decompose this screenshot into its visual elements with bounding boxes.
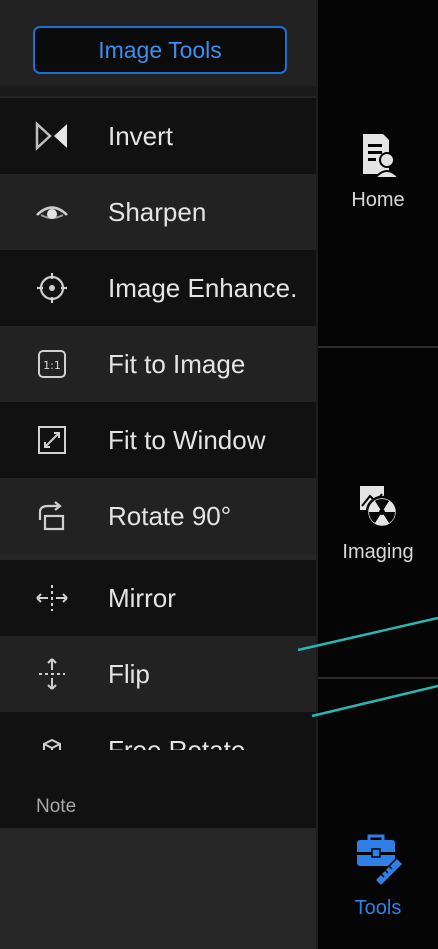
toolbox-icon: [357, 834, 405, 888]
flip-icon: [35, 657, 69, 691]
image-tools-button[interactable]: Image Tools: [33, 26, 287, 74]
menu-item-label: Fit to Image: [108, 348, 246, 379]
nav-divider: [318, 677, 438, 679]
menu-item-label: Fit to Window: [108, 424, 266, 455]
menu-item-flip[interactable]: Flip: [0, 636, 316, 712]
menu-item-label: Invert: [108, 120, 174, 151]
nav-label: Tools: [354, 897, 402, 919]
eye-icon: [35, 195, 69, 229]
nav-label: Home: [351, 189, 405, 211]
invert-icon: [35, 119, 69, 153]
menu-item-label: Image Enhance.: [108, 272, 298, 303]
mirror-icon: [35, 581, 69, 615]
menu-item-label: Flip: [108, 658, 150, 689]
menu-item-mirror[interactable]: Mirror: [0, 560, 316, 636]
menu-item-sharpen[interactable]: Sharpen: [0, 174, 316, 250]
menu-item-label: Mirror: [108, 582, 176, 613]
image-tools-menu: Image Tools Invert Sharpen Image Enhance…: [0, 0, 316, 949]
menu-item-rotate-90[interactable]: Rotate 90°: [0, 478, 316, 554]
menu-item-label: Rotate 90°: [108, 500, 232, 531]
header-divider: [0, 86, 316, 96]
one-to-one-icon: 1:1: [35, 347, 69, 381]
nav-imaging[interactable]: Imaging: [318, 482, 438, 564]
svg-text:1:1: 1:1: [43, 359, 61, 372]
expand-icon: [35, 423, 69, 457]
nav-label: Imaging: [342, 541, 414, 563]
nav-home[interactable]: Home: [318, 130, 438, 212]
note-label: Note: [36, 796, 77, 817]
menu-item-invert[interactable]: Invert: [0, 98, 316, 174]
menu-header: Image Tools: [0, 0, 316, 92]
crosshair-icon: [35, 271, 69, 305]
imaging-icon: [360, 486, 399, 529]
menu-item-fit-to-window[interactable]: Fit to Window: [0, 402, 316, 478]
menu-item-label: Sharpen: [108, 196, 207, 227]
menu-item-image-enhance[interactable]: Image Enhance.: [0, 250, 316, 326]
menu-item-fit-to-image[interactable]: 1:1 Fit to Image: [0, 326, 316, 402]
nav-tools[interactable]: Tools: [318, 832, 438, 920]
rotate-icon: [35, 499, 69, 533]
home-icon: [363, 134, 402, 179]
nav-divider: [318, 346, 438, 348]
